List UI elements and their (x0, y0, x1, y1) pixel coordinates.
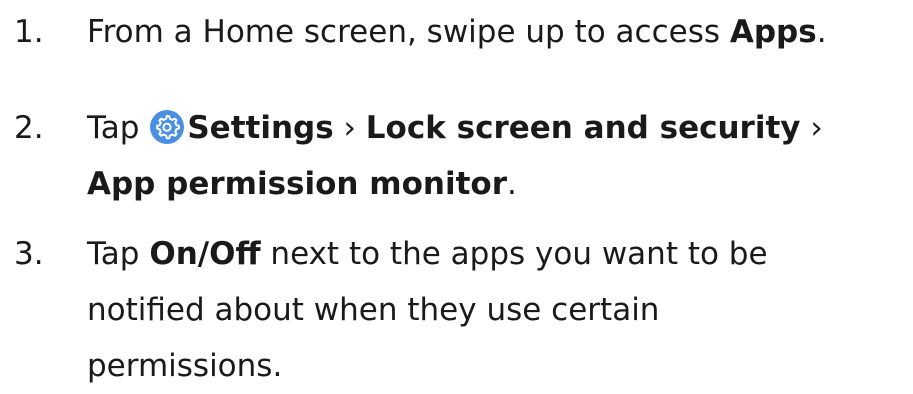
settings-label: Settings (187, 110, 334, 146)
step-line: notified about when they use certain (87, 292, 660, 328)
step-text-segment: From a Home screen, swipe up to access (87, 14, 730, 50)
lock-screen-label: Lock screen and security (365, 110, 801, 146)
apps-label: Apps (729, 14, 817, 50)
step-punctuation: . (506, 166, 517, 202)
step-text: Tap On/Off next to the apps you want to … (87, 226, 907, 394)
step-punctuation: . (816, 14, 827, 50)
step-line: permissions. (87, 348, 283, 384)
step-line: App permission monitor. (87, 156, 907, 212)
step-text-segment: Tap (87, 236, 150, 272)
step-text-segment: next to the apps you want to be (260, 236, 768, 272)
settings-gear-icon (149, 109, 185, 145)
breadcrumb-separator: › (333, 110, 366, 146)
step-text: Tap Settings › Lock screen and security … (87, 100, 907, 212)
step-number: 3. (14, 236, 44, 272)
breadcrumb-separator: › (800, 110, 823, 146)
step-line: Tap Settings › Lock screen and security … (87, 100, 907, 156)
step-line: From a Home screen, swipe up to access A… (87, 4, 907, 60)
step-line: Tap On/Off next to the apps you want to … (87, 226, 907, 282)
step-number: 2. (14, 110, 44, 146)
step-number: 1. (14, 14, 44, 50)
app-permission-monitor-label: App permission monitor (87, 166, 507, 202)
on-off-label: On/Off (149, 236, 261, 272)
step-text-segment: Tap (87, 110, 150, 146)
step-text: From a Home screen, swipe up to access A… (87, 4, 907, 60)
